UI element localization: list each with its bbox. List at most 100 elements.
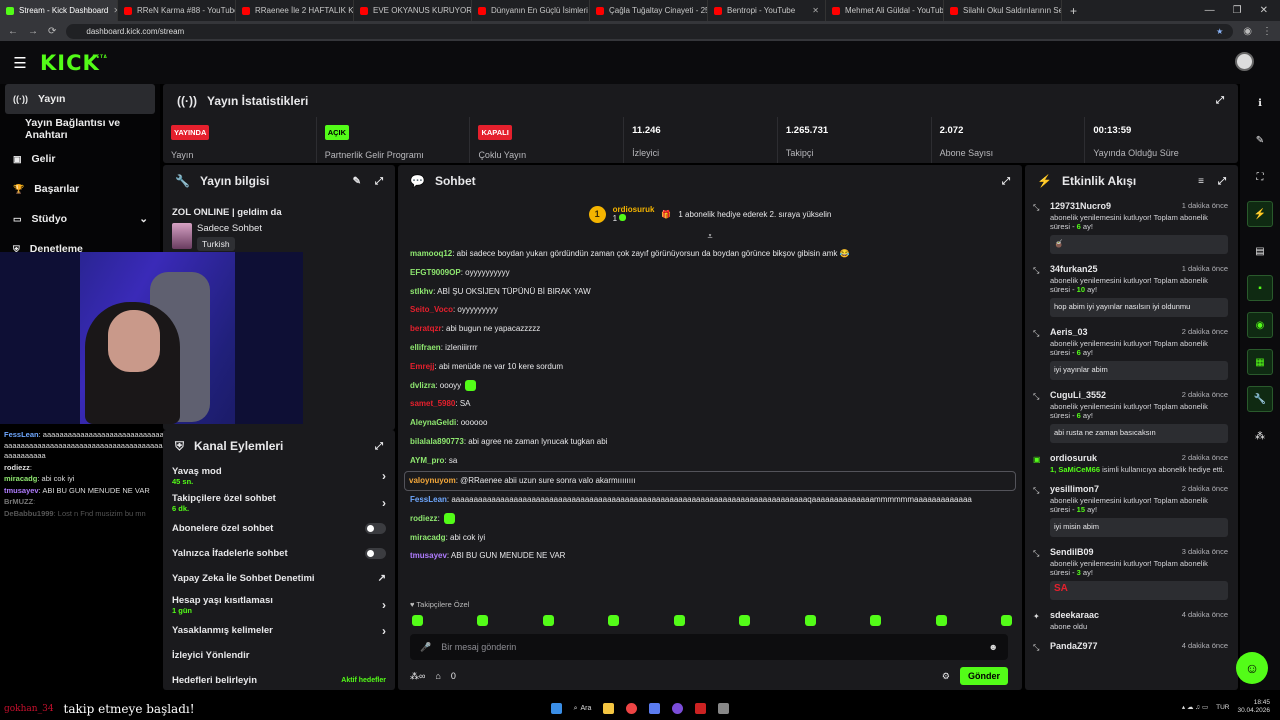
chat-username[interactable]: FessLean — [410, 495, 447, 504]
file-explorer-icon[interactable] — [603, 703, 615, 714]
wrench-icon[interactable]: 🔧 — [1247, 386, 1273, 412]
close-window-icon[interactable]: ✕ — [1260, 5, 1268, 16]
community-icon[interactable]: ⁂ — [1247, 423, 1273, 449]
emote-icon[interactable] — [477, 615, 489, 626]
taskbar-search[interactable]: ⌕ Ara — [574, 705, 592, 713]
setting-row[interactable]: Yasaklanmış kelimeler › — [163, 618, 395, 643]
close-tab-icon[interactable]: ✕ — [812, 6, 819, 15]
toggle-switch[interactable] — [365, 523, 386, 534]
chat-username[interactable]: beratqzr — [410, 324, 442, 333]
app-icon[interactable] — [718, 703, 730, 714]
minimize-icon[interactable]: — — [1205, 5, 1215, 16]
reload-icon[interactable]: ⟳ — [48, 26, 56, 37]
chat-username[interactable]: mamooq12 — [410, 249, 452, 258]
emote-icon[interactable] — [542, 615, 554, 626]
expand-icon[interactable]: ⤢ — [375, 176, 383, 187]
emote-icon[interactable] — [673, 615, 685, 626]
bookmark-star-icon[interactable]: ★ — [1216, 27, 1223, 36]
chat-username[interactable]: Seito_Voco — [410, 305, 453, 314]
chat-username[interactable]: stlkhv — [410, 287, 433, 296]
setting-row[interactable]: Yavaş mod 45 sn. › — [163, 462, 395, 489]
setting-row[interactable]: Hesap yaşı kısıtlaması 1 gün › — [163, 591, 395, 618]
discord-icon[interactable] — [672, 703, 684, 714]
back-icon[interactable]: ← — [8, 26, 18, 37]
filter-icon[interactable]: ≡ — [1198, 176, 1204, 187]
sidebar-item[interactable]: ▭ Stüdyo ⌄ — [0, 204, 160, 234]
chat-username[interactable]: miracadg — [410, 533, 446, 542]
expand-icon[interactable]: ⤢ — [375, 441, 383, 452]
chevron-down-icon[interactable]: ⌄ — [139, 213, 148, 225]
chevron-right-icon[interactable]: › — [382, 496, 386, 510]
chat-username[interactable]: rodiezz — [410, 514, 438, 523]
emote-icon[interactable] — [412, 615, 423, 626]
app-icon[interactable] — [649, 703, 661, 714]
hamburger-menu-icon[interactable]: ☰ — [0, 54, 40, 72]
layout-icon[interactable]: ▦ — [1247, 349, 1273, 375]
browser-tab[interactable]: Bentropi - YouTube ✕ — [708, 0, 826, 21]
emote-icon[interactable] — [804, 615, 816, 626]
setting-row[interactable]: İzleyici Yönlendir — [163, 643, 395, 668]
setting-row[interactable]: Yalnızca İfadelerle sohbet — [163, 541, 395, 566]
chrome-icon[interactable] — [626, 703, 638, 714]
chat-icon[interactable]: ▪ — [1247, 275, 1273, 301]
forward-icon[interactable]: → — [28, 26, 38, 37]
event-username[interactable]: 129731Nucro9 — [1050, 201, 1111, 211]
chat-username[interactable]: samet_5980 — [410, 399, 455, 408]
chat-username[interactable]: AleynaGeldi — [410, 418, 456, 427]
event-username[interactable]: Aeris_03 — [1050, 327, 1088, 337]
setting-row[interactable]: Abonelere özel sohbet — [163, 516, 395, 541]
user-avatar[interactable] — [1235, 52, 1254, 71]
send-button[interactable]: Gönder — [959, 667, 1008, 685]
sidebar-item[interactable]: Yayın Bağlantısı ve Anahtarı — [0, 114, 160, 144]
app-icon[interactable] — [695, 703, 707, 714]
sidebar-item[interactable]: ▣ Gelir — [0, 144, 160, 174]
menu-dots-icon[interactable]: ⋮ — [1262, 26, 1272, 37]
setting-row[interactable]: Yapay Zeka İle Sohbet Denetimi ↗ — [163, 566, 395, 591]
chat-username[interactable]: dvlizra — [410, 381, 435, 390]
emote-icon[interactable] — [870, 615, 882, 626]
url-field[interactable]: dashboard.kick.com/stream ★ — [66, 23, 1234, 39]
setting-row[interactable]: Hedefleri belirleyin Aktif hedefler — [163, 668, 395, 693]
chat-username[interactable]: bilalala890773 — [410, 437, 464, 446]
event-username[interactable]: ordiosuruk — [1050, 453, 1097, 463]
event-username[interactable]: sdeekaraac — [1050, 610, 1099, 620]
chevron-right-icon[interactable]: › — [382, 469, 386, 483]
edit-icon[interactable]: ✎ — [353, 176, 361, 187]
chat-username[interactable]: EFGT9009OP — [410, 268, 461, 277]
lightning-icon[interactable]: ⚡ — [1247, 201, 1273, 227]
chat-username[interactable]: tmusayev — [410, 551, 447, 560]
scroll-down-icon[interactable]: ⩡ — [398, 231, 1022, 241]
external-link-icon[interactable]: ↗ — [378, 573, 386, 584]
broadcast-icon[interactable]: ◉ — [1247, 312, 1273, 338]
event-username[interactable]: 34furkan25 — [1050, 264, 1098, 274]
emote-icon[interactable] — [935, 615, 947, 626]
profile-icon[interactable]: ◉ — [1243, 26, 1252, 37]
points-icon[interactable]: ⌂ — [435, 671, 440, 681]
emote-icon[interactable] — [608, 615, 620, 626]
chevron-right-icon[interactable]: › — [382, 624, 386, 638]
browser-tab[interactable]: RReN Karma #88 - YouTube✕ — [118, 0, 236, 21]
chat-username[interactable]: valoynuyom — [409, 476, 456, 485]
event-username[interactable]: SendilB09 — [1050, 547, 1094, 557]
chat-username[interactable]: AYM_pro — [410, 456, 444, 465]
chevron-right-icon[interactable]: › — [382, 598, 386, 612]
sidebar-item[interactable]: 🏆 Başarılar — [0, 174, 160, 204]
setting-row[interactable]: Takipçilere özel sohbet 6 dk. › — [163, 489, 395, 516]
browser-tab[interactable]: RRaenee İle 2 HAFTALIK KOMİK✕ — [236, 0, 354, 21]
support-chat-button[interactable]: ☺ — [1236, 652, 1268, 684]
expand-icon[interactable]: ⤢ — [1002, 176, 1010, 187]
browser-tab[interactable]: Çağla Tuğaltay Cinayeti - 25 Yıl✕ — [590, 0, 708, 21]
kick-logo[interactable]: KICK BETA — [40, 51, 107, 75]
browser-tab[interactable]: Dünyanın En Güçlü İsimleri Bu✕ — [472, 0, 590, 21]
expand-icon[interactable]: ⤢ — [1218, 176, 1226, 187]
chat-username[interactable]: ellifraen — [410, 343, 441, 352]
browser-tab[interactable]: Silahlı Okul Saldırılarının Sebebi✕ — [944, 0, 1062, 21]
browser-tab[interactable]: Stream - Kick Dashboard✕ — [0, 0, 118, 21]
emote-icon[interactable] — [1000, 615, 1012, 626]
expand-icon[interactable]: ⤢ — [1216, 95, 1224, 106]
language-indicator[interactable]: TUR — [1216, 704, 1229, 711]
windows-start-icon[interactable] — [550, 703, 562, 714]
browser-tab[interactable]: Mehmet Ali Güldal - YouTube✕ — [826, 0, 944, 21]
clipboard-icon[interactable]: ▤ — [1247, 238, 1273, 264]
emote-icon[interactable] — [739, 615, 751, 626]
